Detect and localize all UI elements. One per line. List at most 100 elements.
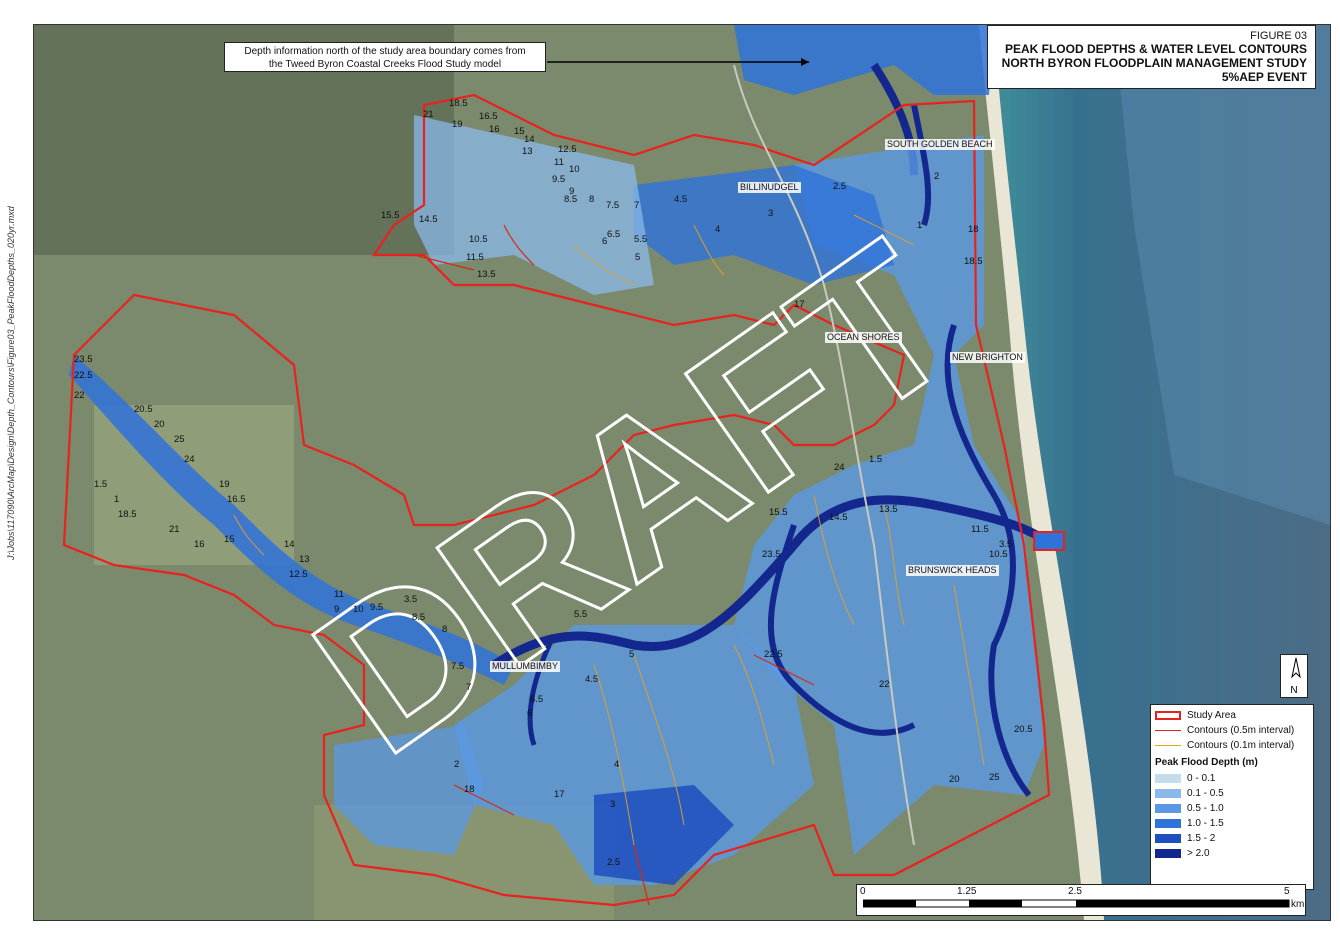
contour-label: 14: [284, 539, 295, 550]
contour-label: 14.5: [829, 512, 848, 523]
legend-depth-class: > 2.0: [1155, 846, 1309, 861]
depth-swatch: [1155, 774, 1181, 783]
depth-class-label: 0 - 0.1: [1187, 773, 1216, 784]
contour-label: 24: [834, 462, 845, 473]
contour-major-swatch: [1155, 730, 1181, 731]
depth-swatch: [1155, 789, 1181, 798]
contour-label: 10: [353, 604, 364, 615]
contour-label: 23.5: [74, 354, 93, 365]
contour-label: 10: [569, 164, 580, 175]
scale-tick-0: 0: [860, 886, 866, 897]
contour-label: 15.5: [769, 507, 788, 518]
contour-label: 13.5: [879, 504, 898, 515]
legend-depth-class: 1.0 - 1.5: [1155, 816, 1309, 831]
contour-label: 7: [466, 682, 472, 693]
north-arrow-icon: [1291, 657, 1301, 679]
label-brunswick-heads: BRUNSWICK HEADS: [906, 565, 999, 576]
contour-label: 6: [527, 708, 533, 719]
scale-tick-2: 2.5: [1068, 886, 1082, 897]
contour-label: 9.5: [370, 602, 384, 613]
contour-label: 11.5: [971, 524, 989, 535]
contour-label: 12.5: [558, 144, 577, 155]
contour-label: 18: [464, 784, 475, 795]
contour-label: 2: [454, 759, 460, 770]
contour-label: 21: [423, 109, 434, 120]
scale-tick-1: 1.25: [957, 886, 977, 897]
contour-label: 25: [174, 434, 185, 445]
contour-label: 16: [194, 539, 205, 550]
contour-label: 8: [589, 194, 595, 205]
contour-label: 19: [219, 479, 230, 490]
legend-contour-minor-label: Contours (0.1m interval): [1187, 740, 1295, 751]
contour-label: 5.5: [574, 609, 588, 620]
contour-label: 10.5: [469, 234, 488, 245]
contour-label: 21: [169, 524, 180, 535]
contour-label: 22: [879, 679, 890, 690]
contour-label: 20: [949, 774, 960, 785]
contour-label: 20.5: [134, 404, 153, 415]
contour-label: 20: [154, 419, 165, 430]
legend-depth-class: 1.5 - 2: [1155, 831, 1309, 846]
depth-class-label: > 2.0: [1187, 848, 1210, 859]
label-ocean-shores: OCEAN SHORES: [825, 332, 902, 343]
contour-label: 8: [442, 624, 448, 635]
contour-label: 5: [629, 649, 635, 660]
contour-label: 8.5: [564, 194, 578, 205]
contour-label: 3: [768, 208, 774, 219]
contour-label: 11.5: [466, 252, 484, 263]
contour-label: 3: [610, 799, 616, 810]
contour-label: 5.5: [634, 234, 648, 245]
contour-label: 16: [489, 124, 500, 135]
contour-label: 9.5: [552, 174, 566, 185]
legend-depth-class: 0 - 0.1: [1155, 771, 1309, 786]
contour-label: 7.5: [606, 200, 620, 211]
contour-label: 3.5: [999, 539, 1013, 550]
contour-label: 6: [602, 236, 608, 247]
contour-label: 13: [522, 146, 533, 157]
contour-label: 4: [614, 759, 620, 770]
label-billinudgel: BILLINUDGEL: [738, 182, 801, 193]
contour-label: 16.5: [227, 494, 246, 505]
contour-label: 24: [184, 454, 195, 465]
depth-classes: 0 - 0.1 0.1 - 0.5 0.5 - 1.0 1.0 - 1.5 1.5 - …: [1155, 771, 1309, 861]
contour-label: 22: [74, 390, 85, 401]
contour-label: 11: [554, 157, 564, 168]
depth-swatch: [1155, 819, 1181, 828]
contour-label: 1: [114, 494, 120, 505]
north-label: N: [1290, 685, 1298, 696]
title-line-2: NORTH BYRON FLOODPLAIN MANAGEMENT STUDY: [1001, 56, 1307, 70]
legend-contour-major-label: Contours (0.5m interval): [1187, 725, 1295, 736]
map-frame: DRAFT SOUTH GOLDEN BEACH BILLINUDGEL OCE…: [33, 24, 1331, 921]
legend-contour-major: Contours (0.5m interval): [1155, 723, 1309, 738]
depth-class-label: 1.0 - 1.5: [1187, 818, 1224, 829]
contour-label: 2.5: [607, 857, 621, 868]
contour-label: 10.5: [989, 549, 1008, 560]
contour-label: 15.5: [381, 210, 400, 221]
figure-number: FIGURE 03: [1250, 30, 1307, 42]
north-arrow: N: [1280, 654, 1308, 698]
legend-contour-minor: Contours (0.1m interval): [1155, 738, 1309, 753]
title-block: FIGURE 03 PEAK FLOOD DEPTHS & WATER LEVE…: [987, 25, 1316, 89]
callout-arrow: [547, 58, 809, 66]
label-mullumbimby: MULLUMBIMBY: [490, 661, 561, 672]
contour-label: 8.5: [412, 612, 426, 623]
contour-label: 11: [334, 589, 344, 600]
study-area-swatch: [1155, 711, 1181, 720]
contour-minor-swatch: [1155, 745, 1181, 746]
contour-label: 22.5: [74, 370, 93, 381]
scale-bar-graphic: [863, 899, 1290, 908]
contour-label: 17: [554, 789, 565, 800]
depth-heading: Peak Flood Depth (m): [1155, 757, 1258, 768]
depth-class-label: 0.1 - 0.5: [1187, 788, 1224, 799]
callout-line-2: the Tweed Byron Coastal Creeks Flood Stu…: [268, 59, 502, 70]
depth-swatch: [1155, 834, 1181, 843]
contour-label: 14: [524, 134, 535, 145]
depth-class-label: 0.5 - 1.0: [1187, 803, 1224, 814]
contour-label: 15: [514, 126, 525, 137]
contour-label: 7.5: [451, 661, 465, 672]
scale-bar: 0 1.25 2.5 5 km: [856, 884, 1306, 916]
label-south-golden-beach: SOUTH GOLDEN BEACH: [885, 139, 995, 150]
contour-label: 25: [989, 772, 1000, 783]
model-source-callout: Depth information north of the study are…: [224, 42, 546, 72]
file-path: J:\Jobs\117090\ArcMap\Design\Depth_Conto…: [6, 206, 16, 560]
